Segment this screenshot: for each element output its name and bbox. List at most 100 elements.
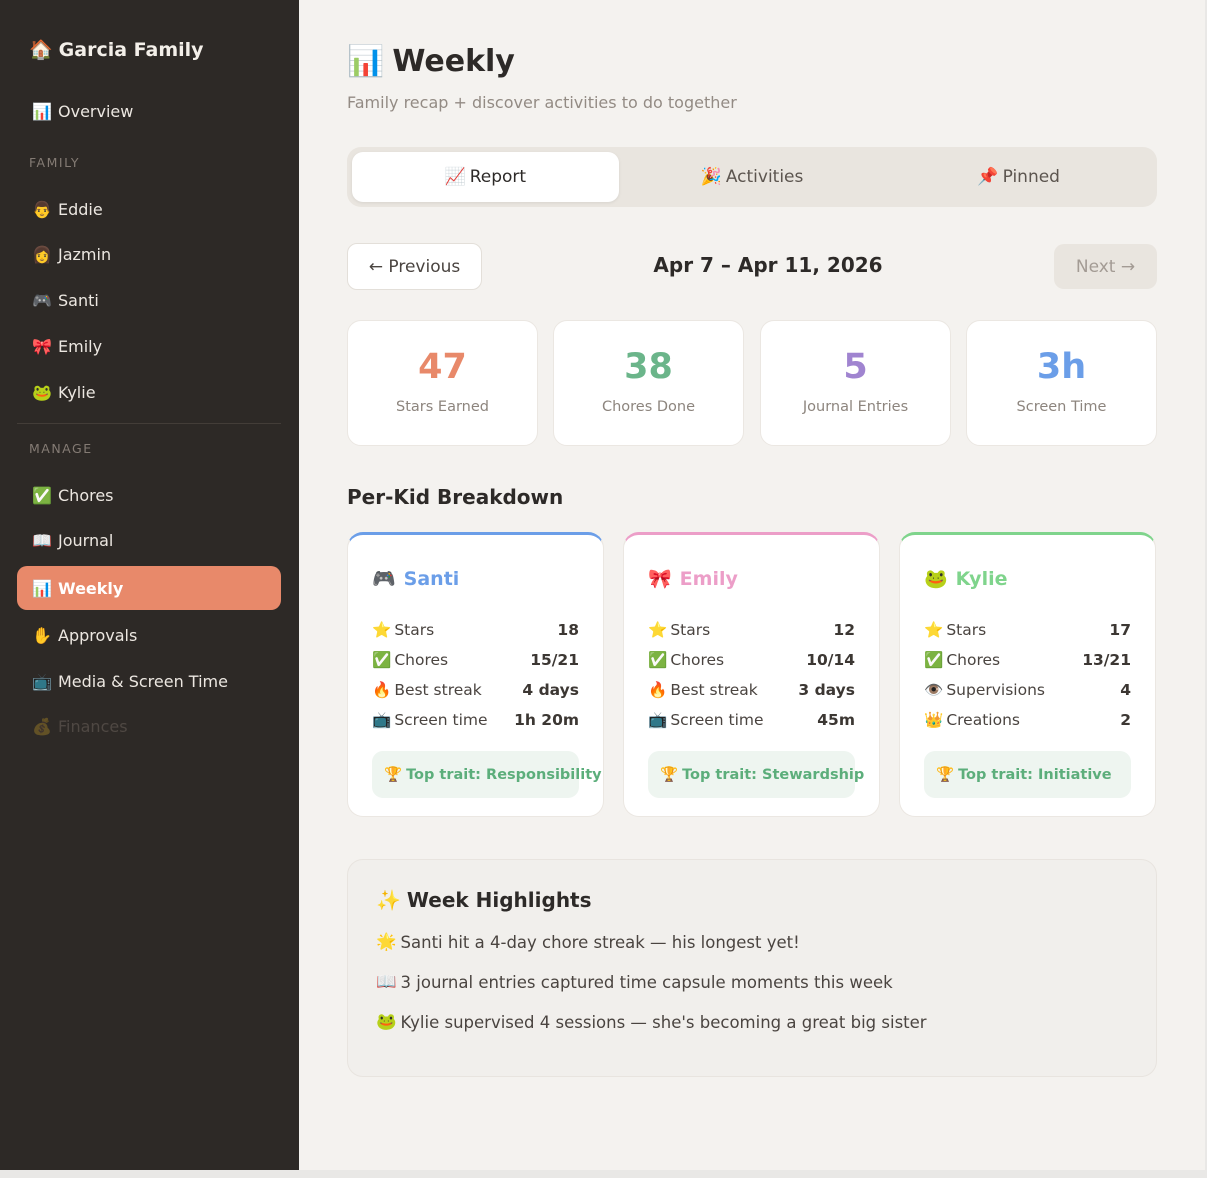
sidebar-item-label: Emily xyxy=(58,336,103,356)
fire-icon: 🔥 xyxy=(372,681,392,699)
row-value: 18 xyxy=(557,621,579,639)
party-popper-icon: 🎉 xyxy=(700,167,722,187)
row-value: 1h 20m xyxy=(514,711,579,729)
stat-card-screen-time: 3h Screen Time xyxy=(966,320,1157,446)
tab-activities[interactable]: 🎉 Activities xyxy=(619,152,886,202)
sidebar-item-emily[interactable]: 🎀 Emily xyxy=(17,324,281,368)
tab-label: Pinned xyxy=(1002,167,1060,187)
stat-value: 3h xyxy=(1036,347,1087,387)
previous-week-button[interactable]: ← Previous xyxy=(347,243,482,290)
chart-icon: 📊 xyxy=(347,44,385,79)
kid-row-streak: 🔥 Best streak 3 days xyxy=(648,675,855,705)
sidebar-item-finances[interactable]: 💰 Finances xyxy=(17,704,281,748)
woman-icon: 👩 xyxy=(32,244,52,264)
kid-card-santi[interactable]: 🎮 Santi ⭐ Stars 18 ✅ Chores 15/21 🔥 Best st… xyxy=(347,532,604,817)
sidebar-item-overview[interactable]: 📊 Overview xyxy=(17,89,281,133)
sidebar-item-label: Eddie xyxy=(58,199,103,219)
game-controller-icon: 🎮 xyxy=(32,290,52,310)
sidebar-item-label: Media & Screen Time xyxy=(58,671,228,691)
sidebar-item-label: Chores xyxy=(58,485,114,505)
trophy-icon: 🏆 xyxy=(936,767,955,783)
glowing-star-icon: 🌟 xyxy=(376,932,397,951)
stat-label: Chores Done xyxy=(601,399,696,415)
trait-label: Top trait: Responsibility xyxy=(406,766,602,783)
sidebar-item-approvals[interactable]: ✋ Approvals xyxy=(17,613,281,657)
tab-report[interactable]: 📈 Report xyxy=(352,152,619,202)
kid-row-chores: ✅ Chores 15/21 xyxy=(372,645,579,675)
tab-label: Report xyxy=(469,167,527,187)
crown-icon: 👑 xyxy=(924,711,944,729)
eye-icon: 👁️ xyxy=(924,681,944,699)
kid-row-streak: 🔥 Best streak 4 days xyxy=(372,675,579,705)
kid-row-stars: ⭐ Stars 17 xyxy=(924,615,1131,645)
row-label: Chores xyxy=(670,651,725,669)
row-value: 2 xyxy=(1120,711,1131,729)
family-section-label: FAMILY xyxy=(29,155,81,170)
kid-card-emily[interactable]: 🎀 Emily ⭐ Stars 12 ✅ Chores 10/14 🔥 Best st… xyxy=(623,532,880,817)
top-trait-badge: 🏆 Top trait: Initiative xyxy=(924,751,1131,798)
row-value: 12 xyxy=(833,621,855,639)
page-title: 📊 Weekly xyxy=(347,44,515,79)
date-range: Apr 7 – Apr 11, 2026 xyxy=(653,253,883,277)
family-brand[interactable]: 🏠 Garcia Family xyxy=(29,38,204,62)
ribbon-icon: 🎀 xyxy=(32,336,52,356)
kid-row-screen-time: 📺 Screen time 1h 20m xyxy=(372,705,579,735)
manage-section-label: MANAGE xyxy=(29,441,93,456)
sidebar-item-santi[interactable]: 🎮 Santi xyxy=(17,278,281,322)
kid-name: 🐸 Kylie xyxy=(924,567,1131,591)
row-label: Best streak xyxy=(670,681,758,699)
sidebar-item-kylie[interactable]: 🐸 Kylie xyxy=(17,370,281,414)
row-value: 4 xyxy=(1120,681,1131,699)
house-icon: 🏠 xyxy=(29,39,53,61)
app-window: 🏠 Garcia Family 📊 Overview FAMILY 👨 Eddi… xyxy=(0,0,1205,1170)
stat-label: Stars Earned xyxy=(396,399,489,415)
highlights-title-text: Week Highlights xyxy=(406,888,592,912)
row-label: Chores xyxy=(946,651,1001,669)
book-icon: 📖 xyxy=(376,972,397,991)
sidebar-item-label: Weekly xyxy=(58,578,124,598)
check-icon: ✅ xyxy=(648,651,668,669)
check-icon: ✅ xyxy=(924,651,944,669)
page-title-text: Weekly xyxy=(392,44,515,79)
stat-value: 38 xyxy=(624,347,673,387)
kid-stats: ⭐ Stars 17 ✅ Chores 13/21 👁️ Supervisions 4… xyxy=(924,615,1131,735)
row-label: Best streak xyxy=(394,681,482,699)
kid-row-chores: ✅ Chores 13/21 xyxy=(924,645,1131,675)
row-label: Supervisions xyxy=(946,681,1045,699)
sidebar-item-weekly[interactable]: 📊 Weekly xyxy=(17,566,281,610)
stat-value: 47 xyxy=(418,347,467,387)
star-icon: ⭐ xyxy=(648,621,668,639)
sidebar-item-label: Jazmin xyxy=(58,244,112,264)
next-week-button[interactable]: Next → xyxy=(1054,244,1157,289)
row-label: Stars xyxy=(670,621,711,639)
sidebar-item-eddie[interactable]: 👨 Eddie xyxy=(17,187,281,231)
highlight-text: Santi hit a 4-day chore streak — his lon… xyxy=(400,932,800,952)
kid-row-chores: ✅ Chores 10/14 xyxy=(648,645,855,675)
trophy-icon: 🏆 xyxy=(384,767,403,783)
row-value: 4 days xyxy=(522,681,579,699)
week-highlights-card: ✨ Week Highlights 🌟 Santi hit a 4-day ch… xyxy=(347,859,1157,1077)
kid-stats: ⭐ Stars 12 ✅ Chores 10/14 🔥 Best streak 3 d… xyxy=(648,615,855,735)
sidebar-item-label: Kylie xyxy=(58,382,96,402)
highlight-text: Kylie supervised 4 sessions — she's beco… xyxy=(400,1012,927,1032)
row-label: Screen time xyxy=(394,711,488,729)
stat-card-stars: 47 Stars Earned xyxy=(347,320,538,446)
sidebar-item-jazmin[interactable]: 👩 Jazmin xyxy=(17,232,281,276)
row-label: Chores xyxy=(394,651,449,669)
chart-up-icon: 📈 xyxy=(444,167,466,187)
chart-icon: 📊 xyxy=(32,578,52,598)
tab-pinned[interactable]: 📌 Pinned xyxy=(885,152,1152,202)
sidebar-item-label: Finances xyxy=(58,716,128,736)
row-value: 45m xyxy=(817,711,855,729)
kid-row-stars: ⭐ Stars 18 xyxy=(372,615,579,645)
row-label: Stars xyxy=(394,621,435,639)
sidebar-item-journal[interactable]: 📖 Journal xyxy=(17,518,281,562)
check-icon: ✅ xyxy=(32,485,52,505)
kid-card-kylie[interactable]: 🐸 Kylie ⭐ Stars 17 ✅ Chores 13/21 👁️ Superv… xyxy=(899,532,1156,817)
tv-icon: 📺 xyxy=(648,711,668,729)
row-value: 17 xyxy=(1109,621,1131,639)
sidebar-item-chores[interactable]: ✅ Chores xyxy=(17,473,281,517)
sidebar-item-media-screen-time[interactable]: 📺 Media & Screen Time xyxy=(17,659,281,703)
kid-row-creations: 👑 Creations 2 xyxy=(924,705,1131,735)
highlight-item: 🌟 Santi hit a 4-day chore streak — his l… xyxy=(376,932,1128,952)
